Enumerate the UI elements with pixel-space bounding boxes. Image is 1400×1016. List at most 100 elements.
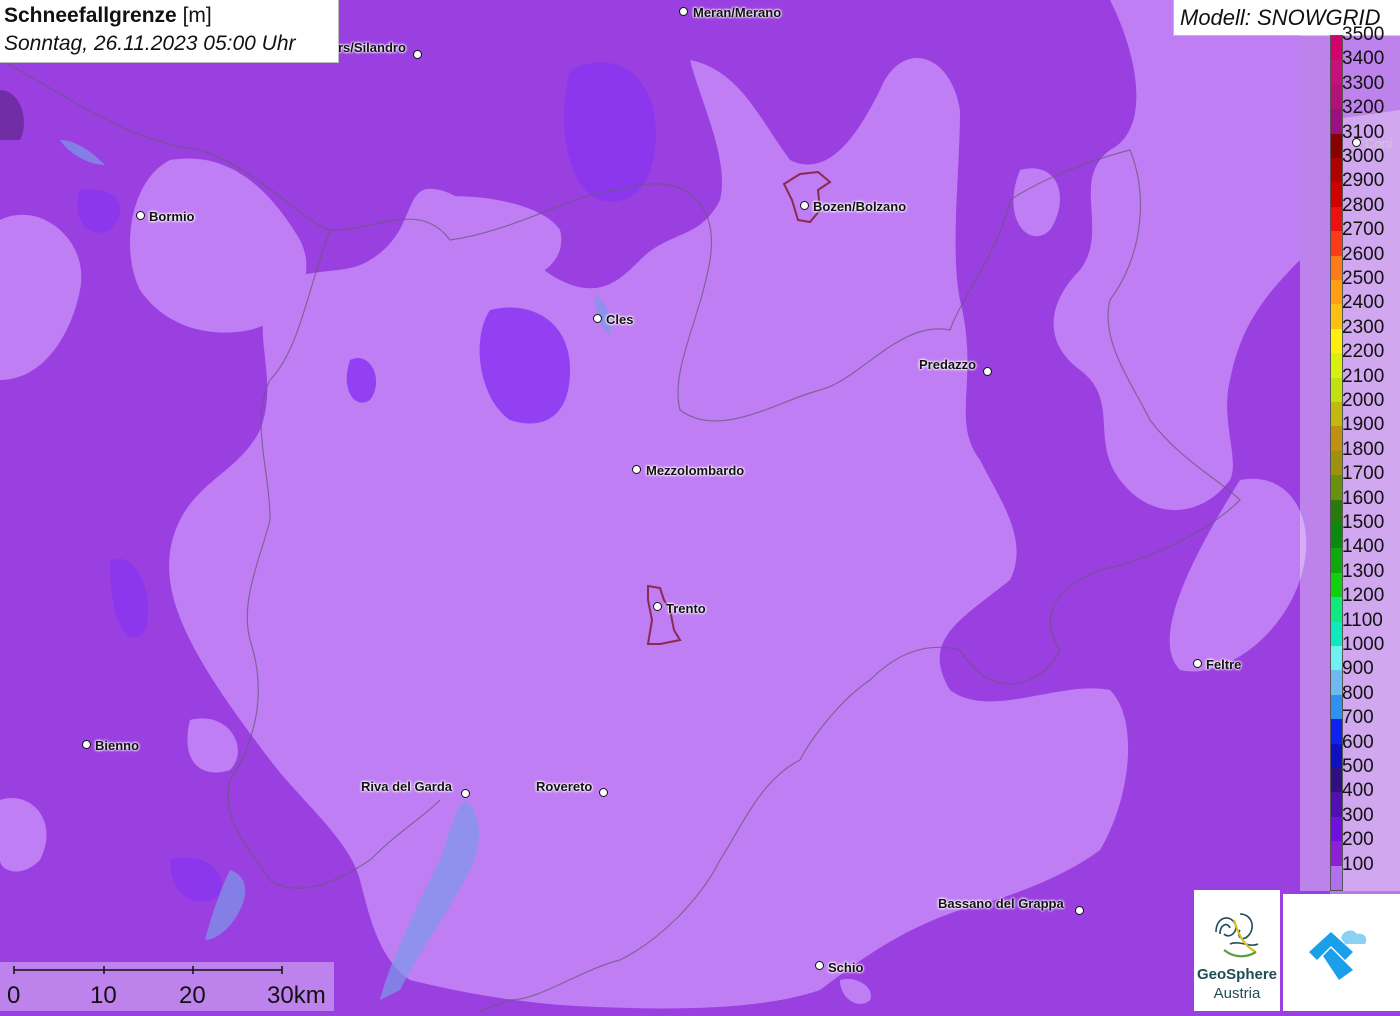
legend-swatch-3400 xyxy=(1331,60,1342,86)
legend-swatch-2600 xyxy=(1331,255,1342,281)
legend-label-2700: 2700 xyxy=(1342,219,1385,241)
scale-bar: 0 10 20 30km xyxy=(0,962,334,1011)
legend-label-1700: 1700 xyxy=(1342,463,1385,485)
legend-swatch-3000 xyxy=(1331,158,1342,183)
legend-label-300: 300 xyxy=(1342,804,1374,826)
legend-swatch-1300 xyxy=(1331,572,1342,598)
city-dot xyxy=(461,789,470,798)
city-dot xyxy=(632,465,641,474)
legend-label-1600: 1600 xyxy=(1342,487,1385,509)
mountain-cloud-logo-icon xyxy=(1309,930,1367,980)
legend-swatch-3500 xyxy=(1331,36,1342,61)
parameter-name: Schneefallgrenze xyxy=(4,4,177,27)
legend-swatch-3100 xyxy=(1331,133,1342,159)
legend-label-700: 700 xyxy=(1342,707,1374,729)
city-label[interactable]: Bienno xyxy=(95,738,139,753)
legend-swatch-1700 xyxy=(1331,475,1342,501)
city-dot xyxy=(593,314,602,323)
snowfall-line-map[interactable] xyxy=(0,0,1400,1011)
city-dot xyxy=(1352,138,1361,147)
legend-swatch-1200 xyxy=(1331,597,1342,623)
city-label[interactable]: Bozen/Bolzano xyxy=(813,199,906,214)
city-dot xyxy=(679,7,688,16)
legend-swatch-2200 xyxy=(1331,353,1342,379)
city-dot xyxy=(800,201,809,210)
city-label[interactable]: Rovereto xyxy=(536,779,592,794)
city-label[interactable]: Corti xyxy=(1365,136,1392,151)
legend-swatch-2900 xyxy=(1331,182,1342,208)
map-title-box: Schneefallgrenze [m] Sonntag, 26.11.2023… xyxy=(0,0,339,63)
legend-label-2400: 2400 xyxy=(1342,292,1385,314)
city-label[interactable]: Mezzolombardo xyxy=(646,463,744,478)
legend-label-1500: 1500 xyxy=(1342,512,1385,533)
legend-label-1800: 1800 xyxy=(1342,438,1385,460)
legend-swatch-2800 xyxy=(1331,206,1342,232)
legend-label-900: 900 xyxy=(1342,658,1374,680)
legend-swatch-500 xyxy=(1331,768,1342,793)
scale-label-30km: 30km xyxy=(267,982,326,1009)
legend-label-400: 400 xyxy=(1342,780,1374,802)
legend-swatch-1600 xyxy=(1331,499,1342,525)
legend-swatch-900 xyxy=(1331,670,1342,696)
city-dot xyxy=(983,367,992,376)
legend-swatch-2500 xyxy=(1331,280,1342,305)
city-label[interactable]: Bassano del Grappa xyxy=(938,896,1064,911)
legend-label-2300: 2300 xyxy=(1342,316,1385,338)
legend-swatch-1400 xyxy=(1331,548,1342,574)
city-label[interactable]: Schio xyxy=(828,960,863,975)
geosphere-austria-logo[interactable]: GeoSphere Austria xyxy=(1194,890,1280,1011)
legend-swatch-400 xyxy=(1331,792,1342,818)
legend-swatch-3300 xyxy=(1331,84,1342,110)
city-dot xyxy=(653,602,662,611)
legend-label-2100: 2100 xyxy=(1342,365,1385,387)
city-label[interactable]: Feltre xyxy=(1206,657,1241,672)
scale-label-20: 20 xyxy=(179,982,206,1009)
legend-label-1400: 1400 xyxy=(1342,536,1385,558)
city-dot xyxy=(599,788,608,797)
map-title: Schneefallgrenze [m] xyxy=(4,4,212,28)
legend-label-100: 100 xyxy=(1342,853,1374,875)
scale-label-10: 10 xyxy=(90,982,117,1009)
color-legend: 3500 3400 3300 3200 3100 3000 2900 2800 2700 2600… xyxy=(1300,25,1400,891)
legend-label-200: 200 xyxy=(1342,829,1374,851)
city-label[interactable]: Cles xyxy=(606,312,633,327)
legend-label-3400: 3400 xyxy=(1342,48,1385,70)
legend-swatch-1000 xyxy=(1331,646,1342,671)
city-dot xyxy=(413,50,422,59)
legend-label-1900: 1900 xyxy=(1342,414,1385,436)
legend-swatch-100 xyxy=(1331,865,1342,891)
city-label[interactable]: Trento xyxy=(666,601,706,616)
city-label[interactable]: rs/Silandro xyxy=(338,40,406,55)
geosphere-name: GeoSphere xyxy=(1196,966,1278,983)
legend-label-2500: 2500 xyxy=(1342,268,1385,289)
geosphere-emblem-icon xyxy=(1215,913,1259,958)
app-logo[interactable] xyxy=(1283,894,1400,1011)
legend-swatch-700 xyxy=(1331,719,1342,745)
legend-label-2800: 2800 xyxy=(1342,194,1385,216)
legend-label-2000: 2000 xyxy=(1342,390,1385,411)
map-datetime: Sonntag, 26.11.2023 05:00 Uhr xyxy=(4,32,296,55)
legend-swatch-2000 xyxy=(1331,402,1342,427)
city-dot xyxy=(815,961,824,970)
legend-swatch-1900 xyxy=(1331,426,1342,452)
geosphere-country: Austria xyxy=(1213,985,1261,1002)
city-label[interactable]: Meran/Merano xyxy=(693,5,781,20)
legend-swatch-1800 xyxy=(1331,450,1342,476)
city-label[interactable]: Bormio xyxy=(149,209,195,224)
legend-label-800: 800 xyxy=(1342,682,1374,704)
city-dot xyxy=(136,211,145,220)
legend-label-500: 500 xyxy=(1342,756,1374,777)
legend-swatch-2300 xyxy=(1331,328,1342,354)
city-label[interactable]: Predazzo xyxy=(919,357,976,372)
parameter-unit: [m] xyxy=(182,4,212,27)
legend-swatch-2700 xyxy=(1331,231,1342,257)
legend-label-2600: 2600 xyxy=(1342,243,1385,265)
city-dot xyxy=(1075,906,1084,915)
legend-label-1100: 1100 xyxy=(1342,609,1383,631)
legend-swatch-1500 xyxy=(1331,524,1342,549)
city-dot xyxy=(1193,659,1202,668)
city-label[interactable]: Riva del Garda xyxy=(361,779,452,794)
legend-label-3500: 3500 xyxy=(1342,24,1385,45)
legend-label-1200: 1200 xyxy=(1342,585,1385,607)
legend-label-600: 600 xyxy=(1342,731,1374,753)
